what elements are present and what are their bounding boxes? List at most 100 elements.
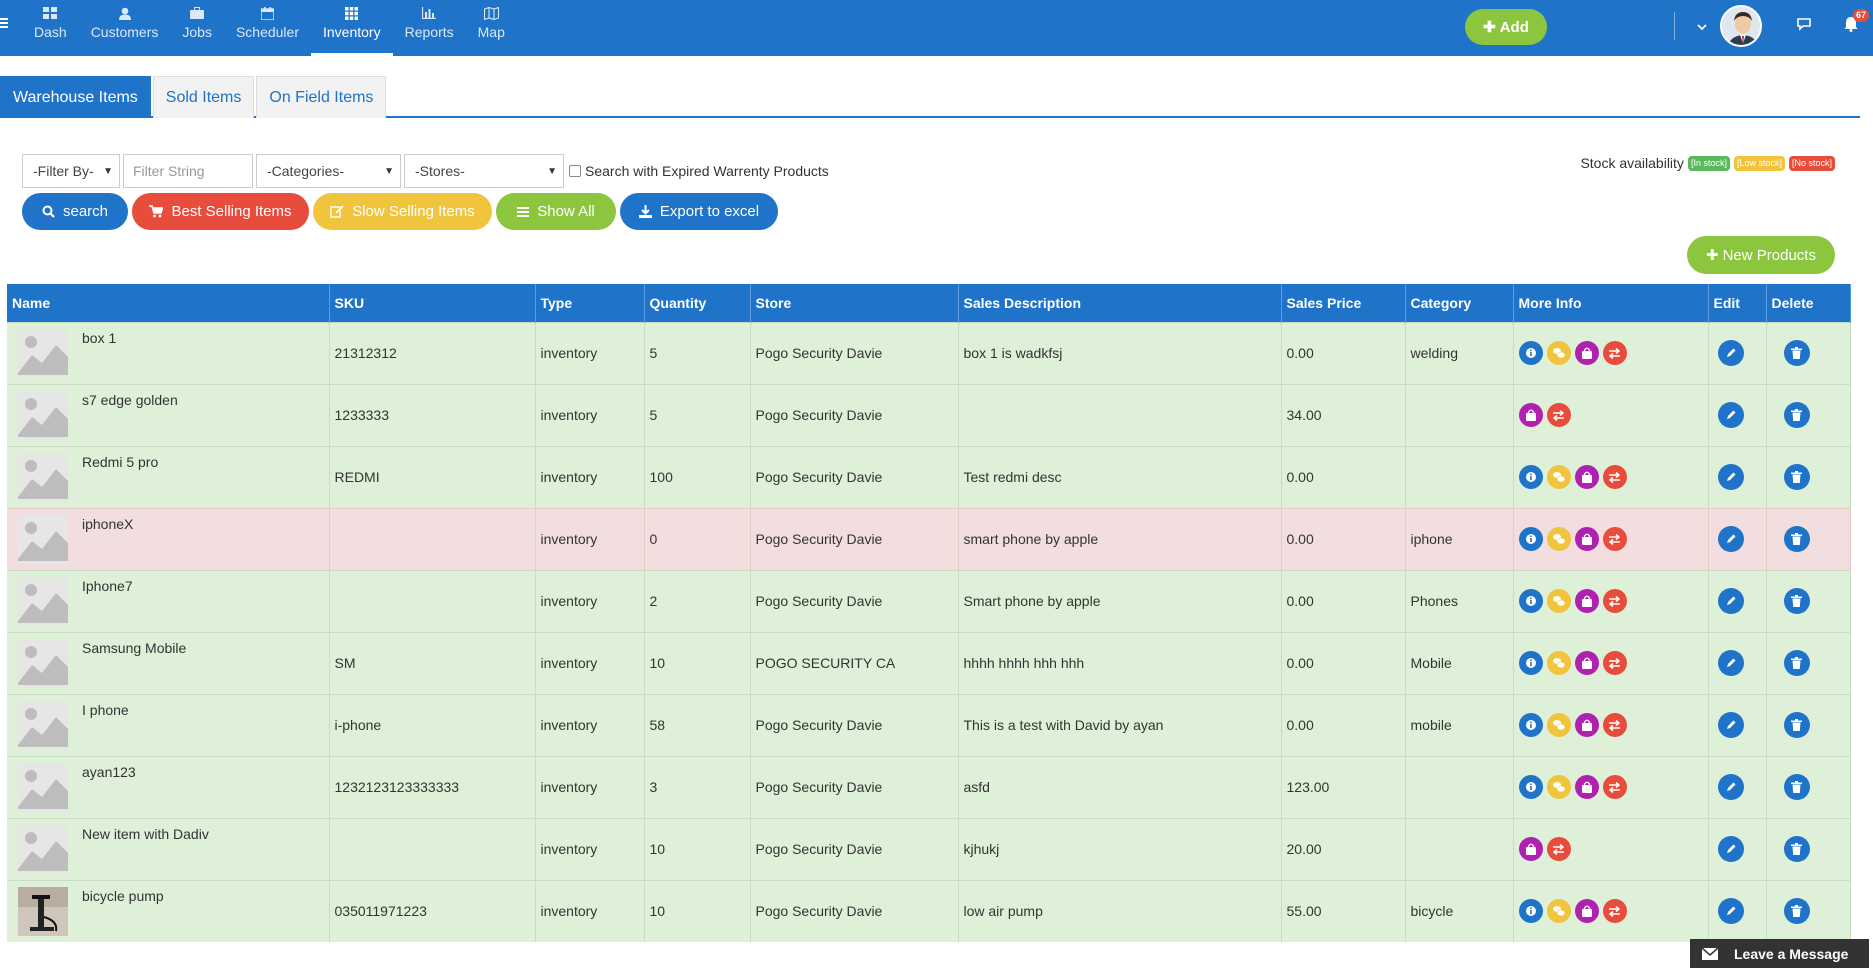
product-name[interactable]: I phone	[82, 702, 129, 718]
info-icon[interactable]	[1518, 651, 1543, 675]
tab-sold-items[interactable]: Sold Items	[152, 76, 255, 118]
info-icon[interactable]	[1518, 899, 1543, 923]
product-image	[18, 886, 68, 936]
delete-trash-icon[interactable]	[1783, 836, 1810, 862]
edit-pencil-icon[interactable]	[1717, 340, 1744, 366]
delete-trash-icon[interactable]	[1783, 526, 1810, 552]
categories-select[interactable]: -Categories- ▼	[256, 154, 401, 188]
coins-icon[interactable]	[1546, 465, 1571, 489]
edit-pencil-icon[interactable]	[1717, 588, 1744, 614]
expired-warranty-checkbox[interactable]	[569, 165, 581, 177]
export-excel-button[interactable]: Export to excel	[620, 193, 778, 230]
transfer-icon[interactable]	[1602, 899, 1627, 923]
transfer-icon[interactable]	[1602, 651, 1627, 675]
coins-icon[interactable]	[1546, 713, 1571, 737]
transfer-icon[interactable]	[1546, 837, 1571, 861]
coins-icon[interactable]	[1546, 775, 1571, 799]
coins-icon[interactable]	[1546, 589, 1571, 613]
transfer-icon[interactable]	[1602, 465, 1627, 489]
product-name[interactable]: ayan123	[82, 764, 136, 780]
transfer-icon[interactable]	[1602, 589, 1627, 613]
product-name[interactable]: box 1	[82, 330, 116, 346]
filter-by-select[interactable]: -Filter By- ▼	[22, 154, 120, 188]
coins-icon[interactable]	[1546, 899, 1571, 923]
delete-trash-icon[interactable]	[1783, 402, 1810, 428]
transfer-icon[interactable]	[1602, 527, 1627, 551]
info-icon[interactable]	[1518, 713, 1543, 737]
edit-pencil-icon[interactable]	[1717, 898, 1744, 924]
info-icon[interactable]	[1518, 465, 1543, 489]
product-name[interactable]: Samsung Mobile	[82, 640, 186, 656]
shopping-bag-icon[interactable]	[1574, 713, 1599, 737]
sku-cell: REDMI	[329, 445, 536, 508]
type-cell: inventory	[535, 879, 645, 942]
expired-warranty-option[interactable]: Search with Expired Warrenty Products	[569, 163, 829, 179]
shopping-bag-icon[interactable]	[1574, 465, 1599, 489]
delete-trash-icon[interactable]	[1783, 712, 1810, 738]
tab-warehouse-items[interactable]: Warehouse Items	[0, 76, 151, 118]
new-products-button[interactable]: ✚ New Products	[1687, 236, 1835, 274]
delete-trash-icon[interactable]	[1783, 588, 1810, 614]
coins-icon[interactable]	[1546, 341, 1571, 365]
delete-trash-icon[interactable]	[1783, 650, 1810, 676]
nav-item-dash[interactable]: Dash	[22, 0, 79, 56]
menu-toggle-icon[interactable]	[0, 14, 8, 35]
edit-pencil-icon[interactable]	[1717, 774, 1744, 800]
edit-pencil-icon[interactable]	[1717, 836, 1744, 862]
delete-trash-icon[interactable]	[1783, 774, 1810, 800]
shopping-bag-icon[interactable]	[1574, 527, 1599, 551]
nav-item-reports[interactable]: Reports	[393, 0, 466, 56]
info-icon[interactable]	[1518, 589, 1543, 613]
show-all-button[interactable]: Show All	[496, 193, 616, 230]
info-icon[interactable]	[1518, 775, 1543, 799]
nav-item-jobs[interactable]: Jobs	[170, 0, 224, 56]
stores-select[interactable]: -Stores- ▼	[404, 154, 564, 188]
delete-trash-icon[interactable]	[1783, 340, 1810, 366]
chat-icon[interactable]	[1796, 17, 1812, 34]
nav-item-scheduler[interactable]: Scheduler	[224, 0, 311, 56]
product-name[interactable]: New item with Dadiv	[82, 826, 209, 842]
category-cell	[1405, 817, 1514, 880]
shopping-bag-icon[interactable]	[1518, 403, 1543, 427]
slow-selling-button[interactable]: Slow Selling Items	[313, 193, 492, 230]
coins-icon[interactable]	[1546, 527, 1571, 551]
shopping-bag-icon[interactable]	[1574, 775, 1599, 799]
edit-pencil-icon[interactable]	[1717, 712, 1744, 738]
info-icon[interactable]	[1518, 341, 1543, 365]
coins-icon[interactable]	[1546, 651, 1571, 675]
filter-string-input[interactable]	[123, 154, 253, 188]
best-selling-button[interactable]: Best Selling Items	[132, 193, 309, 230]
stores-value: -Stores-	[415, 163, 465, 179]
chevron-down-icon[interactable]	[1697, 18, 1707, 34]
product-name[interactable]: s7 edge golden	[82, 392, 178, 408]
delete-trash-icon[interactable]	[1783, 898, 1810, 924]
sku-cell	[329, 507, 536, 570]
product-name[interactable]: Iphone7	[82, 578, 133, 594]
shopping-bag-icon[interactable]	[1574, 341, 1599, 365]
transfer-icon[interactable]	[1602, 713, 1627, 737]
info-icon[interactable]	[1518, 527, 1543, 551]
user-avatar[interactable]	[1720, 5, 1762, 47]
nav-item-customers[interactable]: Customers	[79, 0, 171, 56]
edit-pencil-icon[interactable]	[1717, 650, 1744, 676]
edit-pencil-icon[interactable]	[1717, 402, 1744, 428]
transfer-icon[interactable]	[1602, 775, 1627, 799]
shopping-bag-icon[interactable]	[1518, 837, 1543, 861]
add-button[interactable]: ✚ Add	[1465, 9, 1547, 45]
transfer-icon[interactable]	[1602, 341, 1627, 365]
product-name[interactable]: Redmi 5 pro	[82, 454, 158, 470]
shopping-bag-icon[interactable]	[1574, 651, 1599, 675]
transfer-icon[interactable]	[1546, 403, 1571, 427]
product-name[interactable]: iphoneX	[82, 516, 133, 532]
shopping-bag-icon[interactable]	[1574, 899, 1599, 923]
shopping-bag-icon[interactable]	[1574, 589, 1599, 613]
search-button[interactable]: search	[22, 193, 128, 230]
tab-on-field-items[interactable]: On Field Items	[256, 76, 387, 118]
edit-pencil-icon[interactable]	[1717, 526, 1744, 552]
leave-message-button[interactable]: Leave a Message	[1690, 939, 1869, 968]
nav-item-inventory[interactable]: Inventory	[311, 0, 393, 56]
product-name[interactable]: bicycle pump	[82, 888, 164, 904]
edit-pencil-icon[interactable]	[1717, 464, 1744, 490]
delete-trash-icon[interactable]	[1783, 464, 1810, 490]
nav-item-map[interactable]: Map	[466, 0, 517, 56]
